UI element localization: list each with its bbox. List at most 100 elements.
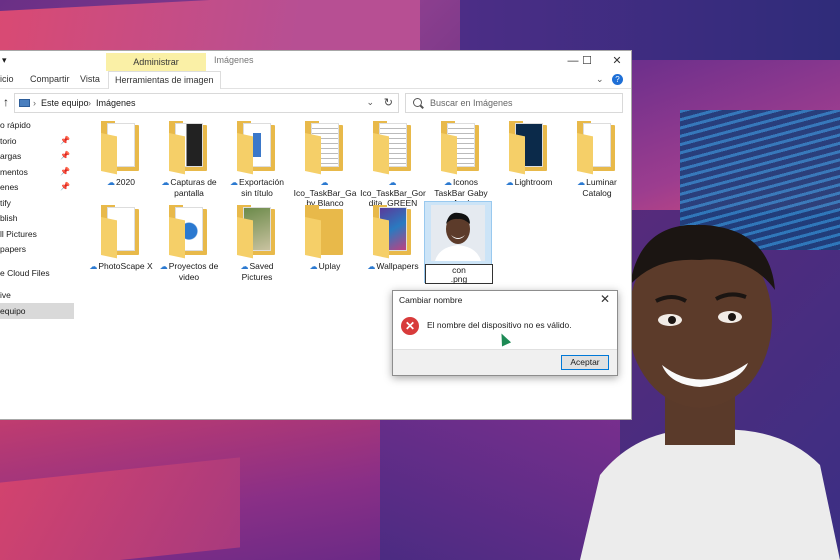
cloud-sync-icon: ☁ [505, 178, 514, 187]
sidebar-item-label: e Cloud Files [0, 268, 50, 278]
folder-label: ☁Ico_TaskBar_Gordita_GREEN [360, 177, 426, 208]
tab-herramientas-de-imagen[interactable]: Herramientas de imagen [108, 71, 221, 89]
cloud-sync-icon: ☁ [161, 178, 170, 187]
pin-icon: 📌 [60, 182, 70, 191]
quick-access-dropdown[interactable]: ▾ [2, 55, 7, 66]
folder-label: ☁Lightroom [496, 177, 562, 188]
dialog-message: El nombre del dispositivo no es válido. [427, 320, 572, 330]
rename-input[interactable]: con .png [425, 264, 493, 284]
folder-item[interactable]: ☁Ico_TaskBar_Gordita_GREEN [360, 121, 426, 208]
folder-item[interactable]: ☁Ico_TaskBar_Gaby Blanco [292, 121, 358, 208]
folder-label: ☁Wallpapers [360, 261, 426, 272]
sidebar-item[interactable]: equipo [0, 303, 74, 319]
sidebar-item[interactable]: enes 📌 [0, 179, 74, 195]
folder-icon [305, 205, 345, 259]
pin-icon: 📌 [60, 166, 70, 176]
folder-item[interactable]: ☁PhotoScape X [88, 205, 154, 272]
tab-vista[interactable]: Vista [80, 74, 100, 84]
sidebar-item[interactable]: torio 📌 [0, 133, 74, 149]
folder-icon [373, 121, 413, 175]
cloud-sync-icon: ☁ [443, 178, 452, 187]
folder-name: 2020 [116, 177, 135, 187]
expand-ribbon-icon[interactable]: ⌄ [596, 74, 604, 84]
dialog-footer: Aceptar [393, 349, 617, 375]
folder-name: Uplay [318, 261, 341, 271]
tab-compartir[interactable]: Compartir [30, 74, 70, 84]
breadcrumb-este-equipo[interactable]: Este equipo [41, 98, 89, 108]
cloud-sync-icon: ☁ [159, 262, 168, 271]
ribbon-controls: ⌄ ? [596, 74, 623, 85]
folder-item[interactable]: ☁Lightroom [496, 121, 562, 188]
cloud-sync-icon: ☁ [320, 178, 329, 187]
sidebar-item-label: papers [0, 244, 26, 254]
folder-label: ☁Luminar Catalog [564, 177, 630, 198]
search-input[interactable]: Buscar en Imágenes [405, 93, 623, 113]
sidebar-item[interactable]: tify [0, 195, 74, 211]
folder-item[interactable]: ☁Exportación sin título [224, 121, 290, 198]
cloud-sync-icon: ☁ [230, 178, 239, 187]
address-bar[interactable]: › Este equipo › Imágenes ⌄ ↻ [14, 93, 399, 113]
folder-item[interactable]: ☁Luminar Catalog [564, 121, 630, 198]
folder-label: ☁Exportación sin título [224, 177, 290, 198]
cloud-sync-icon: ☁ [107, 178, 116, 187]
cloud-sync-icon: ☁ [240, 262, 249, 271]
folder-icon [169, 121, 209, 175]
folder-icon [509, 121, 549, 175]
ribbon-tabs: icio Compartir Vista Herramientas de ima… [0, 71, 631, 89]
dialog-close-button[interactable]: ✕ [600, 292, 610, 306]
sidebar-item[interactable]: ll Pictures [0, 226, 74, 242]
close-button[interactable]: ✕ [602, 53, 631, 69]
sidebar-item-label: tify [0, 197, 11, 208]
sidebar-item-label: o rápido [0, 120, 31, 130]
folder-item[interactable]: ☁Capturas de pantalla [156, 121, 222, 198]
folder-icon [305, 121, 345, 175]
address-dropdown-icon[interactable]: ⌄ [366, 97, 374, 108]
sidebar-item[interactable]: papers [0, 241, 74, 257]
sidebar-item-label: enes [0, 182, 19, 192]
up-arrow-icon[interactable]: ↑ [3, 95, 9, 109]
breadcrumb-imagenes[interactable]: Imágenes [96, 98, 136, 108]
image-thumbnail [431, 205, 485, 261]
rename-text-extension: .png [450, 274, 468, 284]
sidebar-item[interactable]: mentos 📌 [0, 164, 74, 180]
folder-icon [101, 205, 141, 259]
folder-name: Capturas de pantalla [170, 177, 217, 198]
folder-name: Lightroom [514, 177, 553, 187]
sidebar-item[interactable]: ive [0, 287, 74, 303]
sidebar-item-label: equipo [0, 306, 26, 316]
refresh-icon[interactable]: ↻ [384, 96, 393, 109]
selected-image-file[interactable]: con .png [424, 201, 493, 284]
folder-label: ☁PhotoScape X [88, 261, 154, 272]
search-placeholder: Buscar en Imágenes [430, 98, 513, 108]
folder-item[interactable]: ☁2020 [88, 121, 154, 188]
folder-icon [169, 205, 209, 259]
sidebar-item[interactable]: e Cloud Files [0, 265, 74, 281]
folder-icon [237, 205, 277, 259]
folder-item[interactable]: ☁Wallpapers [360, 205, 426, 272]
pin-icon: 📌 [60, 135, 70, 145]
address-row: ↑ › Este equipo › Imágenes ⌄ ↻ Buscar en… [0, 89, 631, 117]
tab-inicio[interactable]: icio [0, 74, 14, 84]
ok-button[interactable]: Aceptar [561, 355, 609, 370]
help-icon[interactable]: ? [612, 74, 623, 85]
cloud-sync-icon: ☁ [388, 178, 397, 187]
folder-label: ☁Proyectos de video [156, 261, 222, 282]
folder-item[interactable]: ☁Uplay [292, 205, 358, 272]
computer-icon [19, 99, 30, 107]
sidebar-item[interactable]: argas 📌 [0, 148, 74, 164]
folder-item[interactable]: ☁Iconos TaskBar Gaby Azul [428, 121, 494, 208]
cloud-sync-icon: ☁ [309, 262, 318, 271]
sidebar-item[interactable]: o rápido [0, 117, 74, 133]
maximize-button[interactable]: ☐ [572, 53, 602, 69]
folder-icon [237, 121, 277, 175]
sidebar-item[interactable]: blish [0, 210, 74, 226]
folder-item[interactable]: ☁Saved Pictures [224, 205, 290, 282]
folder-label: ☁Saved Pictures [224, 261, 290, 282]
context-tab-administrar[interactable]: Administrar [106, 53, 206, 71]
folder-name: Luminar Catalog [582, 177, 617, 198]
folder-label: ☁Uplay [292, 261, 358, 272]
folder-item[interactable]: ☁Proyectos de video [156, 205, 222, 282]
folder-name: PhotoScape X [98, 261, 153, 271]
cloud-sync-icon: ☁ [577, 178, 586, 187]
dialog-title: Cambiar nombre [399, 295, 463, 305]
